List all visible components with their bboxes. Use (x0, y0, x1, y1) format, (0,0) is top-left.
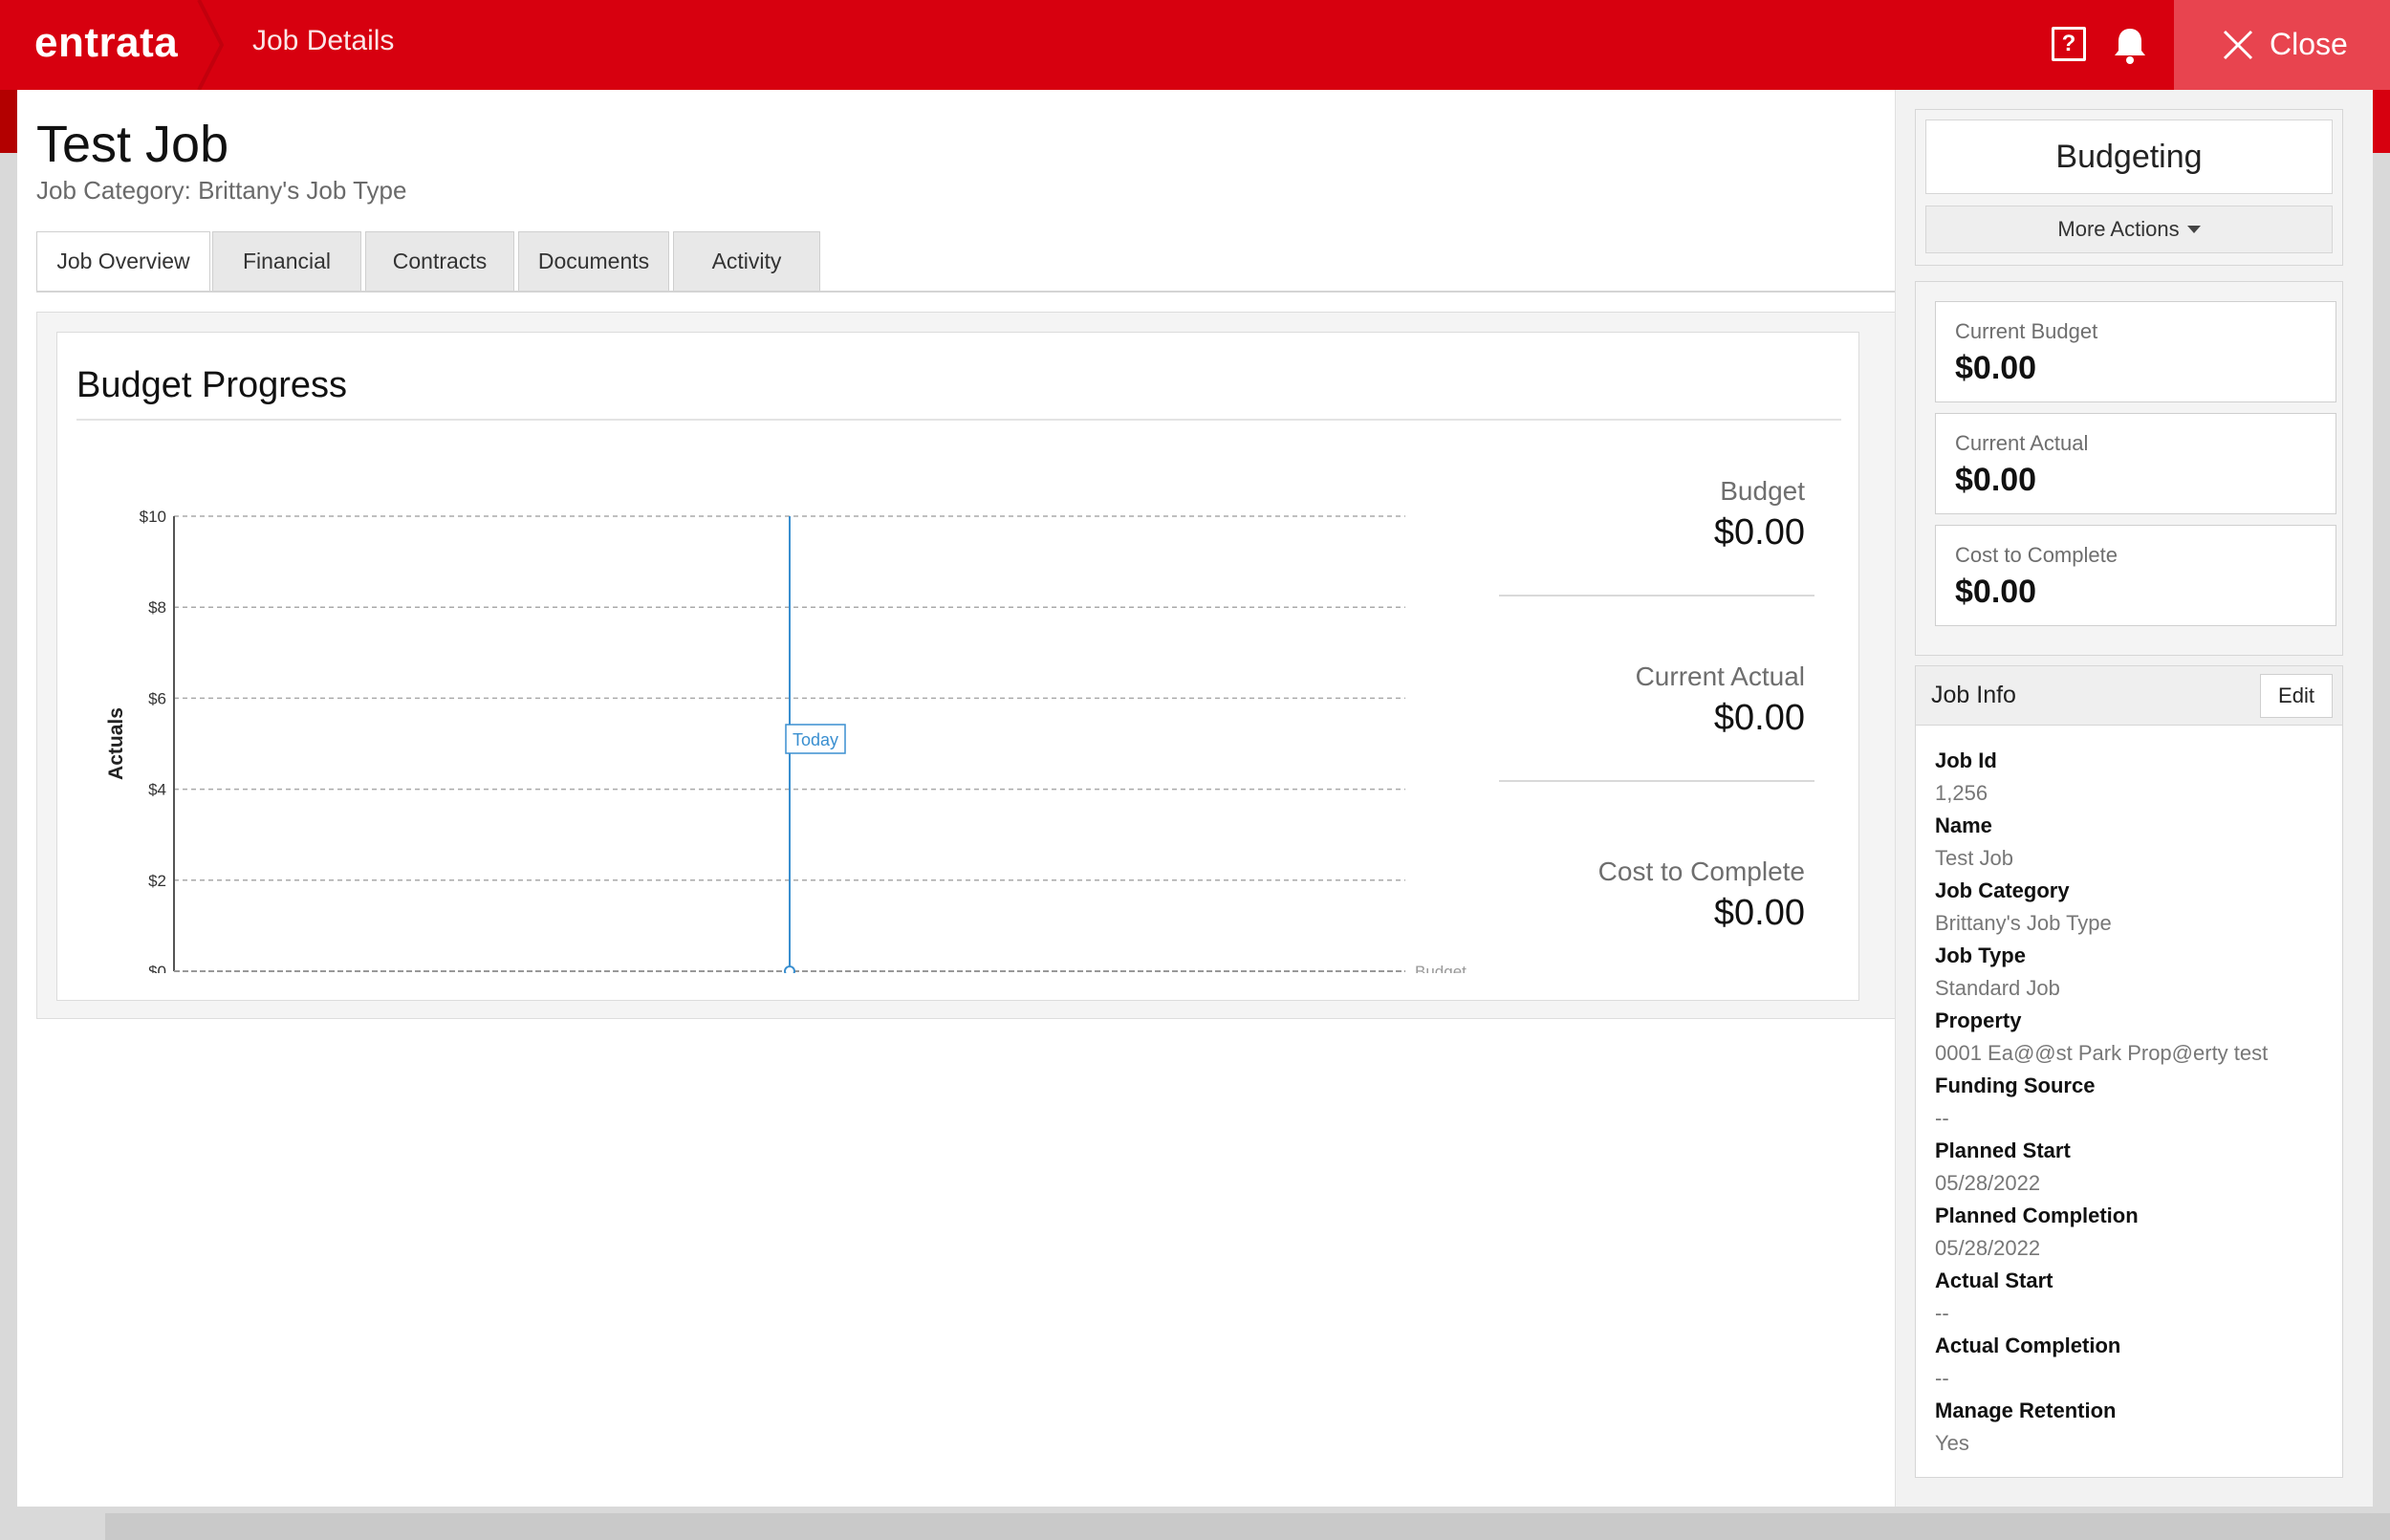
stat-budget: Budget $0.00 (1714, 476, 1805, 553)
job-info-header: Job Info Edit (1916, 666, 2342, 726)
today-label: Today (793, 730, 838, 749)
stat-divider (1499, 780, 1814, 782)
y-axis-title: Actuals (105, 707, 127, 780)
field-value-manage-retention: Yes (1935, 1431, 1969, 1455)
field-value-job-category: Brittany's Job Type (1935, 911, 2112, 935)
breadcrumb-separator-icon (197, 0, 225, 90)
field-value-job-type: Standard Job (1935, 976, 2060, 1000)
stat-cost-to-complete: Cost to Complete $0.00 (1598, 857, 1805, 934)
y-tick-label: $6 (148, 689, 166, 707)
job-details-panel: Test Job Job Category: Brittany's Job Ty… (17, 90, 1897, 1507)
right-sidebar: Budgeting More Actions Current Budget $0… (1895, 90, 2373, 1507)
field-value-actual-start: -- (1935, 1301, 1949, 1325)
help-button[interactable]: ? (2052, 27, 2086, 61)
field-value-funding-source: -- (1935, 1106, 1949, 1130)
metric-label: Current Budget (1955, 319, 2098, 343)
tab-contracts[interactable]: Contracts (365, 231, 514, 291)
field-label-job-id: Job Id (1935, 748, 1997, 772)
metric-current-actual: Current Actual $0.00 (1935, 413, 2336, 514)
metrics-box: Current Budget $0.00 Current Actual $0.0… (1915, 281, 2343, 656)
field-label-planned-completion: Planned Completion (1935, 1204, 2139, 1227)
series-label-budget: Budget (1415, 963, 1467, 973)
field-label-actual-completion: Actual Completion (1935, 1334, 2121, 1357)
field-label-actual-start: Actual Start (1935, 1269, 2053, 1292)
y-tick-label: $0 (148, 963, 166, 973)
stat-cost-to-complete-label: Cost to Complete (1597, 857, 1805, 886)
notifications-bell-icon[interactable] (2111, 25, 2149, 65)
budget-progress-card: Budget Progress $0$2$4$6$8$1005/22 Actua… (56, 332, 1859, 1001)
page-title: Test Job (36, 116, 229, 173)
close-icon (2223, 30, 2253, 60)
field-label-funding-source: Funding Source (1935, 1074, 2096, 1097)
field-value-property: 0001 Ea@@st Park Prop@erty test (1935, 1041, 2269, 1065)
field-label-manage-retention: Manage Retention (1935, 1399, 2117, 1422)
tab-activity[interactable]: Activity (673, 231, 820, 291)
caret-down-icon (2186, 226, 2201, 233)
y-tick-label: $2 (148, 872, 166, 890)
tab-underline (36, 291, 1897, 293)
close-button[interactable]: Close (2174, 0, 2390, 90)
stat-budget-value: $0.00 (1713, 512, 1805, 553)
metric-cost-to-complete: Cost to Complete $0.00 (1935, 525, 2336, 626)
budget-progress-chart: $0$2$4$6$8$1005/22 Actuals Budget Today (105, 508, 1467, 973)
more-actions-dropdown[interactable]: More Actions (1925, 206, 2333, 253)
field-label-planned-start: Planned Start (1935, 1139, 2071, 1162)
more-actions-label: More Actions (2057, 217, 2180, 241)
overview-content: Budget Progress $0$2$4$6$8$1005/22 Actua… (36, 312, 1897, 1019)
field-label-property: Property (1935, 1009, 2022, 1032)
field-value-actual-completion: -- (1935, 1366, 1949, 1390)
job-info-title: Job Info (1931, 682, 2016, 708)
background-edge-body (2373, 153, 2390, 1507)
job-info-list: Job Id 1,256 Name Test Job Job Category … (1935, 745, 2268, 1460)
y-tick-label: $10 (140, 508, 166, 526)
top-bar: entrata Job Details ? Close (0, 0, 2390, 90)
field-label-job-type: Job Type (1935, 944, 2026, 967)
stat-divider (1499, 595, 1814, 596)
tab-documents[interactable]: Documents (518, 231, 669, 291)
stat-budget-label: Budget (1720, 476, 1805, 506)
field-value-planned-completion: 05/28/2022 (1935, 1236, 2041, 1260)
header-title: Job Details (252, 25, 395, 56)
metric-value: $0.00 (1955, 462, 2037, 498)
background-app-footer (105, 1513, 2390, 1540)
stat-current-actual: Current Actual $0.00 (1636, 662, 1805, 739)
field-label-name: Name (1935, 813, 1992, 837)
field-value-name: Test Job (1935, 846, 2013, 870)
metric-value: $0.00 (1955, 350, 2037, 386)
tab-financial[interactable]: Financial (212, 231, 361, 291)
y-tick-label: $8 (148, 598, 166, 617)
metric-current-budget: Current Budget $0.00 (1935, 301, 2336, 402)
field-value-job-id: 1,256 (1935, 781, 1988, 805)
job-category-subtitle: Job Category: Brittany's Job Type (36, 176, 407, 205)
tab-job-overview[interactable]: Job Overview (36, 231, 210, 293)
metric-value: $0.00 (1955, 574, 2037, 610)
field-value-planned-start: 05/28/2022 (1935, 1171, 2041, 1195)
actions-box: Budgeting More Actions (1915, 109, 2343, 266)
close-label: Close (2270, 27, 2348, 61)
today-marker-point (784, 965, 795, 973)
stat-current-actual-label: Current Actual (1635, 662, 1805, 691)
edit-job-info-button[interactable]: Edit (2260, 674, 2333, 718)
budgeting-button[interactable]: Budgeting (1925, 119, 2333, 194)
metric-label: Cost to Complete (1955, 543, 2118, 567)
budget-progress-title: Budget Progress (76, 365, 348, 405)
metric-label: Current Actual (1955, 431, 2089, 455)
help-icon: ? (2061, 31, 2076, 56)
card-divider (76, 419, 1841, 421)
field-label-job-category: Job Category (1935, 878, 2070, 902)
stat-current-actual-value: $0.00 (1713, 698, 1805, 738)
job-info-box: Job Info Edit Job Id 1,256 Name Test Job… (1915, 665, 2343, 1478)
stat-cost-to-complete-value: $0.00 (1713, 893, 1805, 933)
y-tick-label: $4 (148, 781, 166, 799)
entrata-logo[interactable]: entrata (34, 19, 178, 67)
